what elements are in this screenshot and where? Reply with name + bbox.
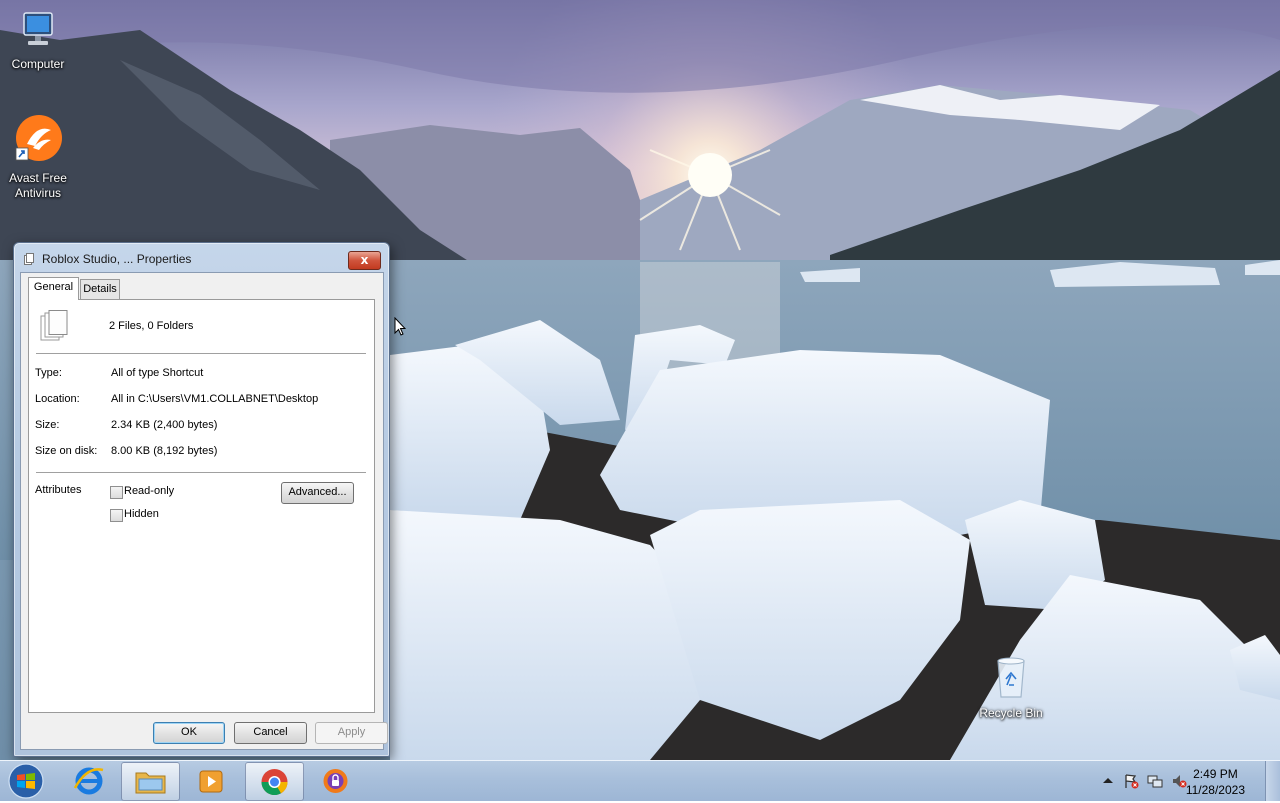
system-clock[interactable]: 2:49 PM 11/28/2023 <box>1186 766 1245 798</box>
network-icon[interactable] <box>1147 773 1163 789</box>
volume-muted-icon[interactable] <box>1171 773 1187 789</box>
size-value: 2.34 KB (2,400 bytes) <box>111 419 218 431</box>
close-button[interactable]: x <box>348 251 381 270</box>
recycle-bin-icon <box>997 657 1025 698</box>
size-on-disk-label: Size on disk: <box>35 445 98 457</box>
clock-date: 11/28/2023 <box>1185 783 1245 797</box>
location-label: Location: <box>35 393 80 405</box>
taskbar-file-explorer[interactable] <box>121 762 180 801</box>
desktop-icon-avast[interactable]: Avast Free Antivirus <box>0 114 76 201</box>
action-center-flag-icon[interactable] <box>1123 773 1139 789</box>
taskbar-chrome[interactable] <box>245 762 304 801</box>
show-hidden-icons-icon[interactable] <box>1100 773 1116 789</box>
show-desktop-button[interactable] <box>1265 761 1280 801</box>
windows-logo-icon <box>8 763 44 799</box>
computer-icon <box>23 12 53 45</box>
readonly-label[interactable]: Read-only <box>124 485 174 497</box>
mouse-cursor-icon <box>394 317 406 336</box>
separator <box>36 472 366 474</box>
tab-general[interactable]: General <box>28 277 79 300</box>
advanced-button[interactable]: Advanced... <box>281 482 354 504</box>
taskbar-internet-explorer[interactable] <box>61 762 118 799</box>
start-button[interactable] <box>0 762 54 799</box>
properties-dialog[interactable]: Roblox Studio, ... Properties x General … <box>13 242 390 757</box>
internet-explorer-icon <box>73 767 104 795</box>
general-tab-page: 2 Files, 0 Folders Type: All of type Sho… <box>28 299 375 713</box>
apply-button[interactable]: Apply <box>315 722 388 744</box>
tab-details[interactable]: Details <box>80 279 120 299</box>
desktop-icon-computer[interactable]: Computer <box>0 10 76 72</box>
ok-button[interactable]: OK <box>153 722 225 744</box>
close-icon: x <box>360 253 369 267</box>
taskbar-avast-secure-browser[interactable] <box>307 762 364 799</box>
taskbar: 2:49 PM 11/28/2023 <box>0 760 1280 801</box>
files-summary: 2 Files, 0 Folders <box>109 320 194 332</box>
taskbar-media-player[interactable] <box>183 762 240 799</box>
multiple-files-icon <box>40 310 68 341</box>
attributes-label: Attributes <box>35 484 82 496</box>
desktop-icon-label-line1: Avast Free <box>9 171 67 185</box>
type-label: Type: <box>35 367 62 379</box>
size-on-disk-value: 8.00 KB (8,192 bytes) <box>111 445 218 457</box>
hidden-checkbox[interactable] <box>110 509 123 522</box>
clock-time: 2:49 PM <box>1193 767 1238 781</box>
avast-secure-browser-icon <box>323 769 348 793</box>
desktop-icon-label: Computer <box>11 57 65 71</box>
separator <box>36 353 366 355</box>
multiple-files-icon <box>24 253 34 265</box>
desktop-icon-label-line2: Antivirus <box>14 186 61 200</box>
media-player-icon <box>199 770 223 793</box>
desktop-icon-recycle-bin[interactable]: Recycle Bin <box>973 655 1049 721</box>
dialog-body: General Details 2 Files, 0 Folders Type:… <box>20 272 388 750</box>
desktop-icon-label: Recycle Bin <box>979 706 1043 720</box>
readonly-checkbox[interactable] <box>110 486 123 499</box>
hidden-label[interactable]: Hidden <box>124 508 159 520</box>
file-explorer-icon <box>135 772 166 794</box>
location-value: All in C:\Users\VM1.COLLABNET\Desktop <box>111 393 319 405</box>
chrome-icon <box>261 769 288 796</box>
avast-icon <box>15 115 62 161</box>
type-value: All of type Shortcut <box>111 367 204 379</box>
size-label: Size: <box>35 419 60 431</box>
dialog-title: Roblox Studio, ... Properties <box>42 252 192 266</box>
cancel-button[interactable]: Cancel <box>234 722 307 744</box>
